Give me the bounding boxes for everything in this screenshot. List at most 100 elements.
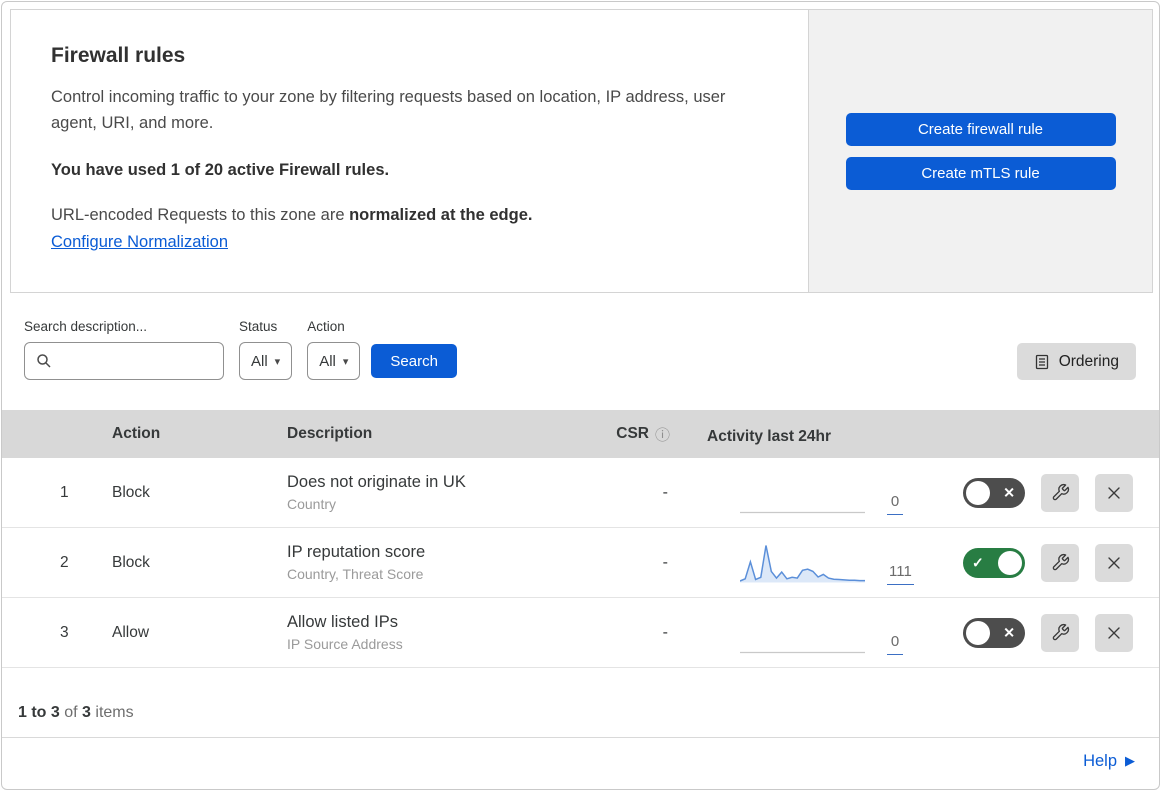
rule-controls: ✓ ✕ <box>942 473 1159 512</box>
rule-action: Block <box>112 553 150 571</box>
rule-action: Allow <box>112 623 150 641</box>
total-text: 3 <box>82 704 91 721</box>
action-label: Action <box>307 319 345 334</box>
rule-controls: ✓ ✕ <box>942 543 1159 582</box>
rule-activity-cell: 0 <box>692 458 942 527</box>
pagination-summary: 1 to 3 of 3 items <box>2 668 1159 738</box>
status-field-group: Status All ▾ <box>239 319 293 380</box>
rules-table: Action Description CSR ⓘ Activity last 2… <box>2 410 1159 668</box>
delete-rule-button[interactable] <box>1095 543 1133 582</box>
rule-priority: 2 <box>60 553 69 571</box>
delete-rule-button[interactable] <box>1095 473 1133 512</box>
header-info: Firewall rules Control incoming traffic … <box>11 10 808 292</box>
search-icon <box>37 354 51 368</box>
header-card: Firewall rules Control incoming traffic … <box>10 9 1153 293</box>
actions-panel: Create firewall rule Create mTLS rule <box>808 10 1152 292</box>
help-bar: Help ▶ <box>2 738 1159 784</box>
table-row: 2 Block IP reputation score Country, Thr… <box>2 528 1159 598</box>
rule-fields: IP Source Address <box>287 636 403 652</box>
search-field-group: Search description... <box>24 319 224 380</box>
action-select[interactable]: All ▾ <box>307 342 361 380</box>
rule-activity-cell: 0 <box>692 598 942 667</box>
table-body: 1 Block Does not originate in UK Country… <box>2 458 1159 668</box>
normalization-text-plain: URL-encoded Requests to this zone are <box>51 205 350 224</box>
delete-rule-button[interactable] <box>1095 613 1133 652</box>
rule-action: Block <box>112 483 150 501</box>
table-header-row: Action Description CSR ⓘ Activity last 2… <box>2 410 1159 458</box>
status-select-value: All <box>251 352 268 370</box>
wrench-icon <box>1052 553 1069 571</box>
table-row: 3 Allow Allow listed IPs IP Source Addre… <box>2 598 1159 668</box>
usage-text: You have used 1 of 20 active Firewall ru… <box>51 160 390 179</box>
rule-description-cell: Does not originate in UK Country <box>287 473 602 512</box>
check-icon: ✓ <box>972 554 984 571</box>
wrench-icon <box>1052 623 1069 641</box>
wrench-icon <box>1052 483 1069 501</box>
csr-column-label: CSR <box>616 425 649 442</box>
toggle-knob <box>966 620 990 645</box>
chevron-down-icon: ▾ <box>342 355 349 368</box>
filter-bar: Search description... Status All ▾ Actio… <box>2 293 1159 410</box>
close-icon <box>1108 626 1120 639</box>
help-link-label: Help <box>1083 751 1117 770</box>
rule-priority: 3 <box>60 623 69 641</box>
ordering-button[interactable]: Ordering <box>1016 343 1136 380</box>
create-mtls-rule-button[interactable]: Create mTLS rule <box>845 156 1116 190</box>
rule-priority: 1 <box>60 483 69 501</box>
rule-csr-value: - <box>662 553 668 571</box>
action-select-value: All <box>319 352 336 370</box>
activity-sparkline <box>740 651 865 654</box>
rule-csr-value: - <box>662 623 668 641</box>
description-column-header: Description <box>287 425 373 442</box>
rule-description: IP reputation score <box>287 543 426 561</box>
rule-fields: Country, Threat Score <box>287 566 424 582</box>
edit-rule-button[interactable] <box>1041 473 1079 512</box>
rule-description-cell: IP reputation score Country, Threat Scor… <box>287 543 602 582</box>
configure-normalization-link[interactable]: Configure Normalization <box>51 233 228 251</box>
rule-fields: Country <box>287 496 337 512</box>
activity-sparkline <box>740 511 865 514</box>
status-select[interactable]: All ▾ <box>239 342 293 380</box>
activity-count-link[interactable]: 0 <box>887 493 903 515</box>
action-field-group: Action All ▾ <box>307 319 361 380</box>
rule-controls: ✓ ✕ <box>942 613 1159 652</box>
help-arrow-icon: ▶ <box>1125 753 1135 768</box>
rule-description: Does not originate in UK <box>287 473 466 491</box>
search-button[interactable]: Search <box>371 344 457 378</box>
close-icon <box>1108 486 1120 499</box>
status-label: Status <box>239 319 278 334</box>
ordering-button-label: Ordering <box>1058 352 1119 370</box>
edit-rule-button[interactable] <box>1041 613 1079 652</box>
x-icon: ✕ <box>1003 484 1015 501</box>
page-title: Firewall rules <box>51 44 186 67</box>
chevron-down-icon: ▾ <box>274 355 281 368</box>
create-firewall-rule-button[interactable]: Create firewall rule <box>845 112 1116 146</box>
ordering-list-icon <box>1035 354 1048 369</box>
normalization-text: URL-encoded Requests to this zone are no… <box>51 206 768 225</box>
rule-description-cell: Allow listed IPs IP Source Address <box>287 613 602 652</box>
toggle-knob <box>998 550 1022 575</box>
csr-column-header: CSR ⓘ <box>602 424 692 445</box>
page-description: Control incoming traffic to your zone by… <box>51 88 726 133</box>
table-row: 1 Block Does not originate in UK Country… <box>2 458 1159 528</box>
search-input-wrapper <box>24 342 224 380</box>
info-icon[interactable]: ⓘ <box>655 424 670 445</box>
edit-rule-button[interactable] <box>1041 543 1079 582</box>
close-icon <box>1108 556 1120 569</box>
activity-count-link[interactable]: 111 <box>887 563 914 585</box>
normalization-text-bold: normalized at the edge. <box>349 205 533 224</box>
rule-csr-value: - <box>662 483 668 501</box>
activity-column-header: Activity last 24hr <box>707 428 832 445</box>
rule-enabled-toggle[interactable]: ✓ ✕ <box>963 617 1025 648</box>
rule-enabled-toggle[interactable]: ✓ ✕ <box>963 477 1025 508</box>
help-link[interactable]: Help ▶ <box>1083 752 1135 771</box>
search-input[interactable] <box>60 352 215 370</box>
of-text: of <box>59 704 83 721</box>
items-text: items <box>90 704 134 721</box>
rule-description: Allow listed IPs <box>287 613 398 631</box>
rule-enabled-toggle[interactable]: ✓ ✕ <box>963 547 1025 578</box>
activity-sparkline <box>740 545 865 583</box>
rule-activity-cell: 111 <box>692 528 942 597</box>
activity-count-link[interactable]: 0 <box>887 633 903 655</box>
search-label: Search description... <box>24 319 148 334</box>
